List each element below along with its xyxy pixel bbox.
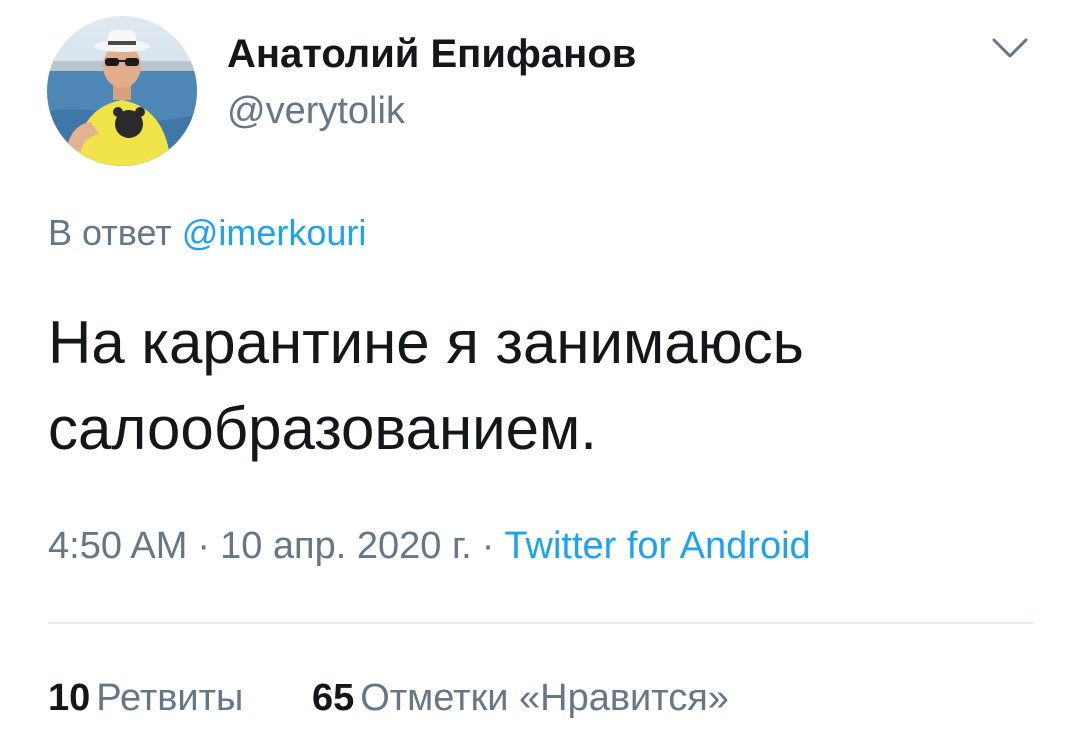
- tweet-time[interactable]: 4:50 AM: [48, 525, 187, 567]
- chevron-down-icon[interactable]: [982, 26, 1038, 70]
- reply-mention-link[interactable]: @imerkouri: [182, 212, 367, 253]
- likes-label: Отметки «Нравится»: [360, 677, 729, 719]
- tweet-meta: 4:50 AM · 10 апр. 2020 г. · Twitter for Andr…: [48, 518, 811, 574]
- tweet-source-link[interactable]: Twitter for Android: [504, 525, 810, 567]
- retweets-stat[interactable]: 10 Ретвиты: [48, 670, 243, 726]
- author-handle[interactable]: @verytolik: [227, 88, 405, 134]
- tweet-stats: 10 Ретвиты 65 Отметки «Нравится»: [48, 670, 729, 726]
- retweets-count: 10: [48, 677, 91, 719]
- likes-count: 65: [311, 677, 355, 719]
- reply-prefix: В ответ: [48, 212, 172, 253]
- meta-separator: ·: [481, 525, 495, 567]
- avatar[interactable]: [47, 16, 197, 166]
- divider: [48, 622, 1034, 624]
- retweets-label: Ретвиты: [96, 677, 244, 719]
- tweet-date[interactable]: 10 апр. 2020 г.: [220, 525, 472, 567]
- likes-stat[interactable]: 65 Отметки «Нравится»: [312, 670, 729, 726]
- meta-separator: ·: [197, 525, 211, 567]
- reply-context: В ответ @imerkouri: [48, 208, 366, 258]
- tweet-text: На карантине я занимаюсь салообразование…: [48, 309, 804, 462]
- author-display-name[interactable]: Анатолий Епифанов: [227, 30, 636, 78]
- tweet-detail: Анатолий Епифанов @verytolik В ответ @im…: [0, 0, 1080, 756]
